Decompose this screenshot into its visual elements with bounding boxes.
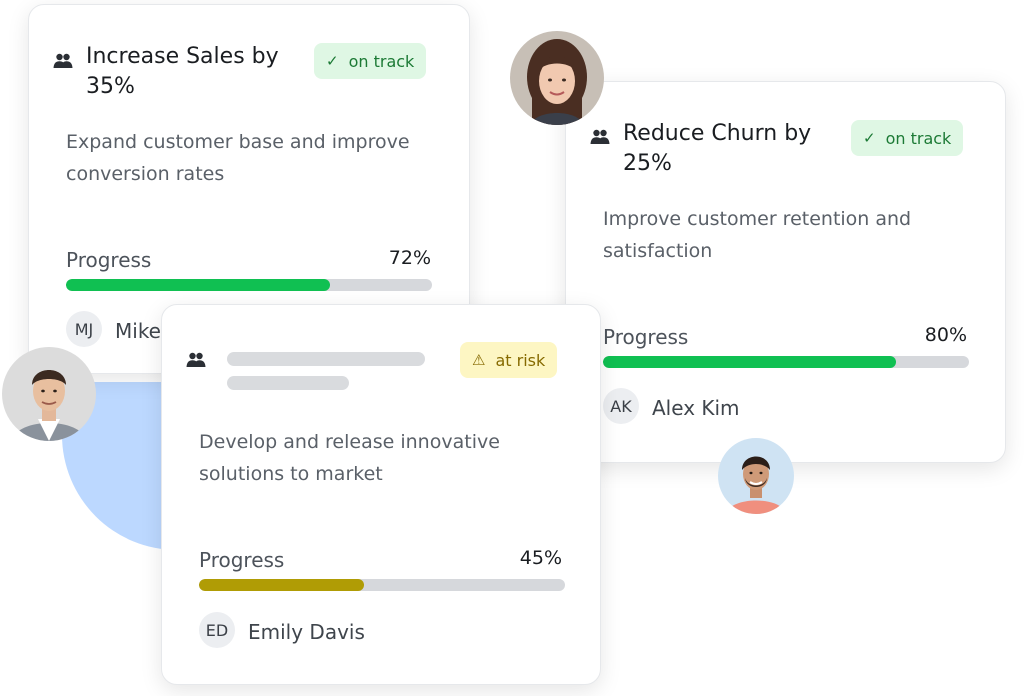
avatar-initials: ED [199, 612, 235, 648]
title-skeleton-line-1 [227, 352, 425, 366]
status-badge-on-track: ✓ on track [314, 43, 427, 79]
avatar-initials: MJ [66, 311, 102, 347]
progress-label: Progress [199, 548, 285, 572]
progress-label: Progress [66, 248, 152, 272]
goal-card-innovation[interactable]: ⚠ at risk Develop and release innovative… [161, 304, 601, 685]
progress-value: 45% [519, 547, 562, 569]
progress-bar-fill [66, 279, 330, 291]
status-badge-label: at risk [495, 350, 546, 370]
users-icon [53, 53, 73, 69]
progress-bar [199, 579, 565, 591]
goal-title: Reduce Churn by 25% [623, 121, 812, 176]
avatar-photo-man-suit [2, 347, 96, 441]
avatar-photo-woman [510, 31, 604, 125]
goal-description: Improve customer retention and satisfact… [603, 208, 912, 262]
users-icon [590, 129, 610, 145]
status-badge-label: on track [348, 51, 415, 71]
owner-name[interactable]: Mike [115, 319, 161, 343]
avatar-initials: AK [603, 388, 639, 424]
check-icon: ✓ [863, 128, 876, 147]
progress-value: 80% [924, 324, 967, 346]
goal-description: Develop and release innovative solutions… [199, 431, 500, 485]
status-badge-label: on track [885, 128, 952, 148]
avatar-photo-man-smiling [718, 438, 794, 514]
owner-name[interactable]: Emily Davis [248, 620, 365, 644]
check-icon: ✓ [326, 51, 339, 70]
goal-title: Increase Sales by 35% [86, 44, 279, 99]
goal-description: Expand customer base and improve convers… [66, 131, 410, 185]
status-badge-at-risk: ⚠ at risk [460, 342, 558, 378]
progress-label: Progress [603, 325, 689, 349]
goal-card-reduce-churn[interactable]: Reduce Churn by 25% ✓ on track Improve c… [565, 81, 1006, 463]
users-icon [186, 352, 206, 368]
status-badge-on-track: ✓ on track [851, 120, 964, 156]
progress-value: 72% [388, 247, 431, 269]
progress-bar [603, 356, 969, 368]
progress-bar-fill [199, 579, 364, 591]
owner-name[interactable]: Alex Kim [652, 396, 740, 420]
progress-bar-fill [603, 356, 896, 368]
warning-icon: ⚠ [472, 350, 486, 369]
progress-bar [66, 279, 432, 291]
title-skeleton-line-2 [227, 376, 349, 390]
